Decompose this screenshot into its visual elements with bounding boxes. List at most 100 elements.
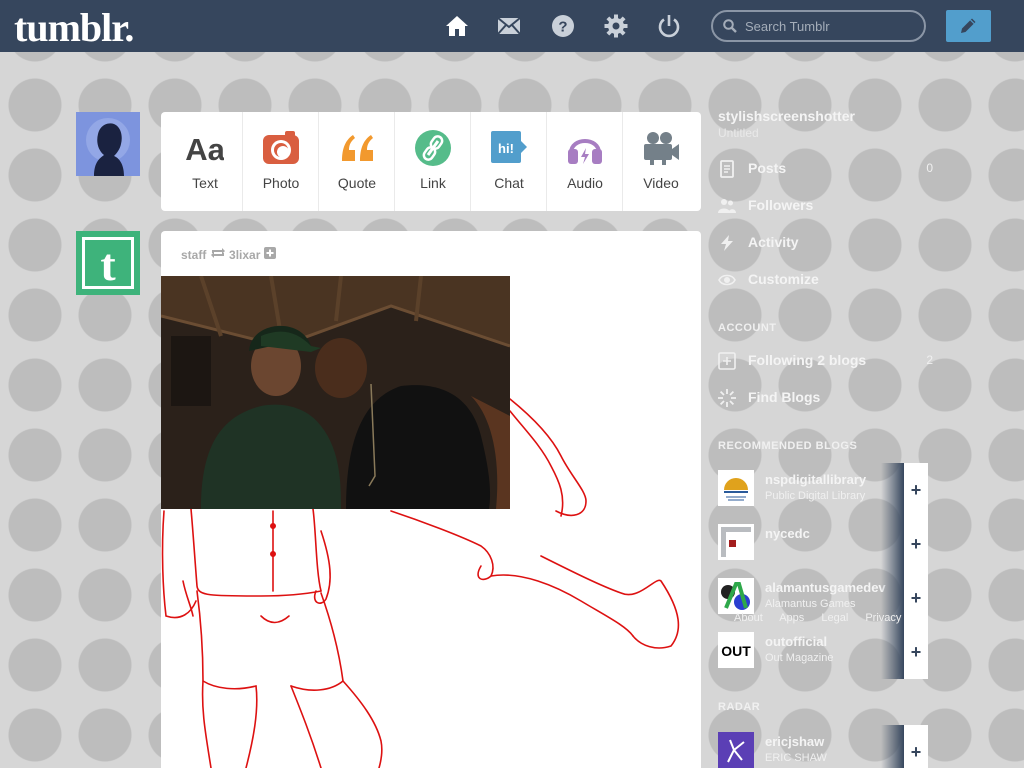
reblog-icon (210, 248, 226, 262)
search-box (711, 10, 926, 42)
recommended-blog[interactable]: nspdigitallibrary Public Digital Library… (718, 463, 928, 517)
find-blogs-icon (718, 389, 736, 407)
search-input[interactable] (745, 17, 915, 35)
svg-text:t: t (100, 239, 116, 290)
sidebar-item-customize[interactable]: Customize (718, 269, 933, 291)
follow-button[interactable]: + (904, 625, 928, 679)
post-type-label: Video (643, 175, 679, 191)
sidebar-item-label: Activity (748, 234, 799, 250)
following-icon (718, 352, 736, 370)
text-icon: Aa (185, 129, 225, 167)
power-icon[interactable] (657, 14, 681, 38)
camera-icon (262, 129, 300, 167)
sidebar-item-followers[interactable]: Followers (718, 195, 933, 217)
mail-icon[interactable] (497, 14, 521, 38)
followers-icon (718, 199, 736, 213)
compose-post-button[interactable] (946, 10, 991, 42)
post-type-photo[interactable]: Photo (243, 112, 319, 211)
blog-subtitle: Public Digital Library (765, 490, 866, 502)
radar-heading: RADAR (718, 701, 761, 713)
blog-avatar (718, 470, 754, 506)
home-icon[interactable] (445, 14, 469, 38)
follow-plus-icon[interactable] (263, 247, 276, 262)
sidebar-item-label: Customize (748, 271, 819, 287)
svg-text:OUT: OUT (721, 643, 751, 659)
blog-avatar (718, 732, 754, 768)
svg-text:hi!: hi! (498, 141, 514, 156)
follow-button[interactable]: + (904, 517, 928, 571)
post-type-video[interactable]: Video (623, 112, 699, 211)
post-type-label: Chat (494, 175, 524, 191)
search-icon (723, 19, 737, 33)
quote-icon (338, 129, 376, 167)
post-type-label: Audio (567, 175, 603, 191)
post-type-bar: Aa Text Photo Quote Link hi! Chat Audio (161, 112, 701, 211)
post-type-link[interactable]: Link (395, 112, 471, 211)
sidebar-item-find-blogs[interactable]: Find Blogs (718, 387, 933, 409)
blog-subtitle: Untitled (718, 126, 759, 140)
settings-icon[interactable] (604, 14, 628, 38)
blog-name: nycedc (765, 526, 810, 541)
dashboard-post: staff 3lixar (161, 231, 701, 768)
blog-name: outofficial (765, 634, 828, 649)
blog-avatar (718, 524, 754, 560)
user-avatar[interactable] (76, 112, 140, 176)
account-heading: ACCOUNT (718, 322, 777, 334)
blog-name[interactable]: stylishscreenshotter (718, 108, 855, 124)
footer-links: About Apps Legal Privacy (734, 612, 915, 624)
posts-count: 0 (926, 161, 933, 175)
svg-text:?: ? (558, 19, 567, 36)
footer-link-apps[interactable]: Apps (779, 612, 804, 624)
blog-name: alamantusgamedev (765, 580, 886, 595)
blog-name: ericjshaw (765, 734, 825, 749)
following-count: 2 (926, 353, 933, 367)
blog-subtitle: ERIC SHAW (765, 752, 827, 764)
footer-link-about[interactable]: About (734, 612, 763, 624)
sidebar-item-label: Following 2 blogs (748, 352, 867, 368)
follow-button[interactable]: + (904, 725, 928, 768)
post-photo[interactable] (161, 276, 510, 509)
recommended-heading: RECOMMENDED BLOGS (718, 440, 858, 452)
blog-subtitle: Out Magazine (765, 652, 834, 664)
follow-button[interactable]: + (904, 463, 928, 517)
activity-icon (721, 235, 733, 251)
post-type-label: Text (192, 175, 218, 191)
reblog-source-link[interactable]: 3lixar (229, 248, 260, 262)
post-type-label: Photo (262, 175, 300, 191)
staff-avatar[interactable]: t (76, 231, 140, 295)
tumblr-logo[interactable]: tumblr. (14, 4, 134, 51)
sidebar-item-activity[interactable]: Activity (718, 232, 933, 254)
post-type-text[interactable]: Aa Text (167, 112, 243, 211)
blog-subtitle: Alamantus Games (765, 598, 856, 610)
headphones-icon (566, 129, 604, 167)
sidebar-item-label: Posts (748, 160, 787, 176)
eye-icon (718, 274, 736, 286)
post-type-quote[interactable]: Quote (319, 112, 395, 211)
blog-avatar: OUT (718, 632, 754, 668)
blog-avatar (718, 578, 754, 614)
recommended-blog[interactable]: nycedc + (718, 517, 928, 571)
post-author-link[interactable]: staff (181, 248, 206, 262)
radar-blog[interactable]: ericjshaw ERIC SHAW + (718, 725, 928, 768)
footer-link-privacy[interactable]: Privacy (865, 612, 901, 624)
posts-icon (720, 160, 734, 178)
post-type-label: Link (420, 175, 446, 191)
post-header: staff 3lixar (181, 247, 276, 262)
blog-name: nspdigitallibrary (765, 472, 867, 487)
pencil-icon (961, 18, 976, 33)
recommended-blog[interactable]: OUT outofficial Out Magazine + (718, 625, 928, 679)
sidebar-item-posts[interactable]: Posts 0 (718, 158, 933, 180)
post-type-label: Quote (337, 175, 377, 191)
post-type-chat[interactable]: hi! Chat (471, 112, 547, 211)
chat-icon: hi! (490, 129, 528, 167)
footer-link-legal[interactable]: Legal (821, 612, 848, 624)
link-icon (414, 129, 452, 167)
svg-text:Aa: Aa (186, 132, 224, 167)
sidebar-item-following[interactable]: Following 2 blogs 2 (718, 350, 933, 372)
help-icon[interactable]: ? (551, 14, 575, 38)
video-camera-icon (642, 129, 680, 167)
sidebar-item-label: Followers (748, 197, 814, 213)
top-navigation-bar: tumblr. ? (0, 0, 1024, 52)
post-type-audio[interactable]: Audio (547, 112, 623, 211)
sidebar-item-label: Find Blogs (748, 389, 821, 405)
